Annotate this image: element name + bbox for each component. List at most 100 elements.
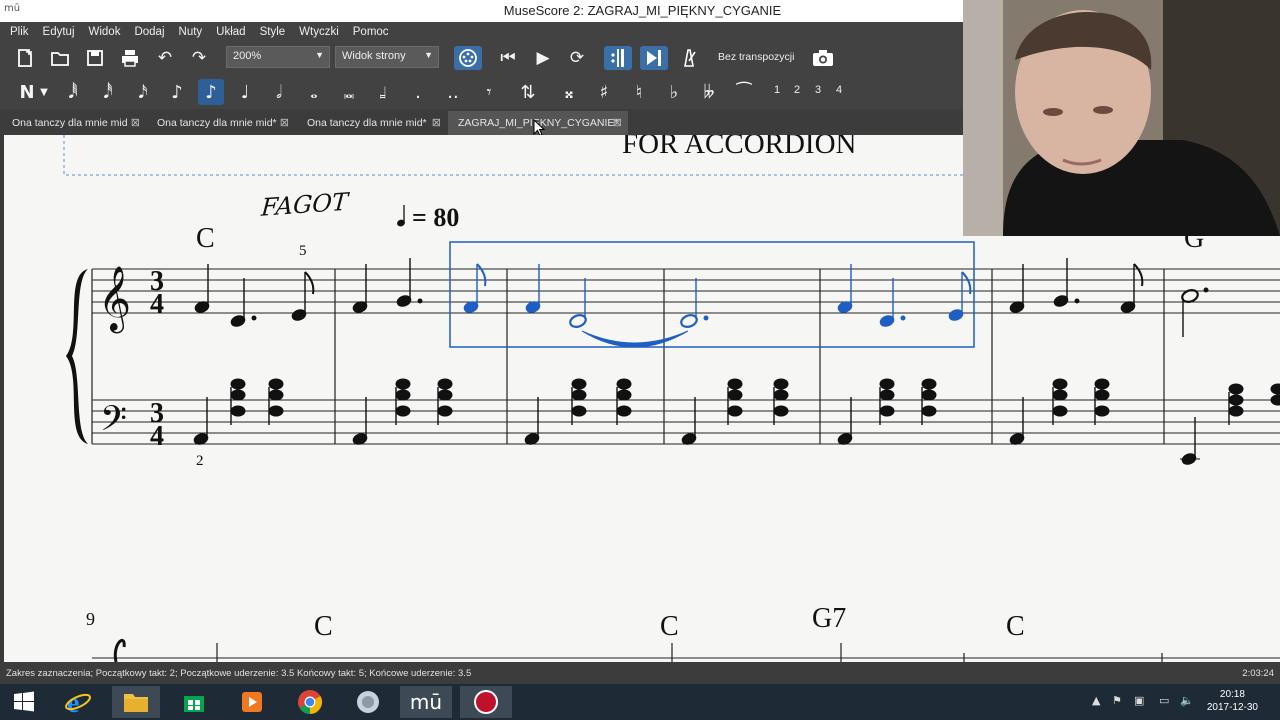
sharp-icon[interactable]: ♯ [591, 79, 617, 105]
undo-icon[interactable]: ↶ [153, 46, 177, 70]
rewind-icon[interactable]: ⏮ [496, 46, 520, 70]
menu-uklad[interactable]: Układ [216, 26, 245, 38]
menu-nuty[interactable]: Nuty [179, 26, 203, 38]
camera-icon[interactable] [811, 46, 835, 70]
play-icon[interactable]: ▶ [531, 46, 555, 70]
midi-input-icon[interactable] [454, 46, 482, 70]
treble-staff [92, 268, 1280, 314]
grand-staff-brace[interactable] [66, 269, 88, 444]
taskbar-clock[interactable]: 20:18 2017-12-30 [1207, 688, 1258, 714]
chord-symbol[interactable]: C [196, 223, 215, 254]
voice-3-button[interactable]: 3 [815, 84, 821, 96]
tab-label: Ona tanczy dla mnie mid [12, 117, 128, 129]
duration-quarter-icon[interactable]: ♩ [232, 79, 258, 105]
menu-plik[interactable]: Plik [10, 26, 29, 38]
print-icon[interactable] [118, 46, 142, 70]
screen-recorder-icon[interactable] [460, 686, 512, 718]
battery-icon[interactable]: ▭ [1159, 694, 1169, 707]
flat-icon[interactable]: ♭ [661, 79, 687, 105]
time-sig-denominator[interactable]: 4 [150, 289, 164, 320]
musescore-taskbar-icon[interactable]: mū [400, 686, 452, 718]
internet-explorer-icon[interactable]: e [54, 686, 102, 718]
menu-pomoc[interactable]: Pomoc [353, 26, 389, 38]
webcam-overlay [963, 0, 1280, 236]
voice-1-button[interactable]: 1 [774, 84, 780, 96]
treble-notes-selected[interactable] [463, 263, 972, 348]
close-icon[interactable]: ⊠ [432, 116, 441, 129]
tempo-text: = 80 [412, 203, 459, 232]
double-flat-icon[interactable]: 𝄫 [696, 79, 722, 105]
chord-symbol[interactable]: G7 [812, 603, 846, 634]
menu-widok[interactable]: Widok [89, 26, 121, 38]
app-icon[interactable] [344, 686, 392, 718]
windows-start-icon[interactable] [0, 686, 48, 718]
tab-score-1[interactable]: Ona tanczy dla mnie mid ⊠ [2, 111, 146, 135]
tab-label: Ona tanczy dla mnie mid* [157, 117, 277, 129]
close-icon[interactable]: ⊠ [280, 116, 289, 129]
loop-icon[interactable]: ⟳ [565, 46, 589, 70]
duration-64th-icon[interactable]: 𝅘𝅥𝅱 [60, 79, 86, 105]
flip-direction-icon[interactable]: ⇅ [515, 79, 541, 105]
duration-32nd-icon[interactable]: 𝅘𝅥𝅰 [95, 79, 121, 105]
menu-wtyczki[interactable]: Wtyczki [299, 26, 339, 38]
status-bar: Zakres zaznaczenia; Początkowy takt: 2; … [0, 662, 1280, 684]
duration-breve-icon[interactable]: 𝅜 [336, 79, 362, 105]
bass-clef-icon[interactable]: 𝄢 [100, 398, 127, 447]
duration-whole-icon[interactable]: 𝅝 [301, 79, 327, 105]
chord-symbol[interactable]: C [1006, 611, 1025, 642]
tempo-marking[interactable]: = 80 [396, 203, 459, 232]
redo-icon[interactable]: ↷ [187, 46, 211, 70]
repeat-playback-icon[interactable] [604, 46, 632, 70]
zoom-select[interactable]: 200% ▼ [226, 46, 330, 68]
chevron-down-icon[interactable]: ▼ [36, 79, 52, 105]
duration-half-icon[interactable]: 𝅗𝅥 [266, 79, 292, 105]
treble-clef-icon[interactable]: 𝄞 [98, 266, 131, 333]
augmentation-dot-icon[interactable]: . [405, 79, 431, 105]
tab-score-3[interactable]: Ona tanczy dla mnie mid* ⊠ [297, 111, 447, 135]
menu-dodaj[interactable]: Dodaj [134, 26, 164, 38]
time-sig-denominator[interactable]: 4 [150, 421, 164, 452]
transposition-label[interactable]: Bez transpozycji [718, 51, 794, 63]
selection-range[interactable] [449, 241, 975, 348]
voice-2-button[interactable]: 2 [794, 84, 800, 96]
new-file-icon[interactable] [13, 46, 37, 70]
menu-style[interactable]: Style [260, 26, 286, 38]
flag-icon[interactable]: ⚑ [1112, 694, 1122, 707]
fingering[interactable]: 5 [299, 243, 307, 259]
media-player-icon[interactable] [228, 686, 276, 718]
voice-4-button[interactable]: 4 [836, 84, 842, 96]
volume-icon[interactable]: 🔈 [1180, 694, 1194, 707]
close-icon[interactable]: ⊠ [131, 116, 140, 129]
rest-icon[interactable]: 𝄾 [476, 79, 502, 105]
metronome-icon[interactable] [677, 46, 701, 70]
duration-eighth-selected-icon[interactable]: ♪ [198, 79, 224, 105]
chrome-icon[interactable] [286, 686, 334, 718]
natural-icon[interactable]: ♮ [626, 79, 652, 105]
score-subtitle[interactable]: FOR ACCORDION [622, 135, 857, 160]
duration-eighth-icon[interactable]: ♪ [164, 79, 190, 105]
pan-score-icon[interactable] [640, 46, 668, 70]
close-icon[interactable]: ⊠ [613, 116, 622, 129]
show-hidden-icons[interactable]: ▲ [1092, 694, 1100, 707]
store-icon[interactable] [170, 686, 218, 718]
duration-longa-icon[interactable]: 𝆷 [370, 79, 396, 105]
treble-clef-icon[interactable] [113, 639, 126, 662]
double-sharp-icon[interactable]: 𝄪 [556, 79, 582, 105]
file-explorer-icon[interactable] [112, 686, 160, 718]
open-folder-icon[interactable] [48, 46, 72, 70]
chord-symbol[interactable]: C [314, 611, 333, 642]
instrument-text[interactable]: FAGOT [259, 188, 350, 222]
fingering[interactable]: 2 [196, 453, 204, 469]
view-mode-select[interactable]: Widok strony ▼ [335, 46, 439, 68]
duration-16th-icon[interactable]: 𝅘𝅥𝅯 [130, 79, 156, 105]
treble-notes-black[interactable] [194, 258, 1209, 337]
chord-symbol[interactable]: C [660, 611, 679, 642]
double-dot-icon[interactable]: .. [440, 79, 466, 105]
tie-icon[interactable]: ⁀ [731, 79, 757, 105]
save-icon[interactable] [83, 46, 107, 70]
tab-score-2[interactable]: Ona tanczy dla mnie mid* ⊠ [147, 111, 295, 135]
menu-edytuj[interactable]: Edytuj [43, 26, 75, 38]
network-icon[interactable]: ▣ [1134, 694, 1144, 707]
barlines [91, 269, 1165, 444]
bass-notes[interactable] [193, 378, 1280, 466]
